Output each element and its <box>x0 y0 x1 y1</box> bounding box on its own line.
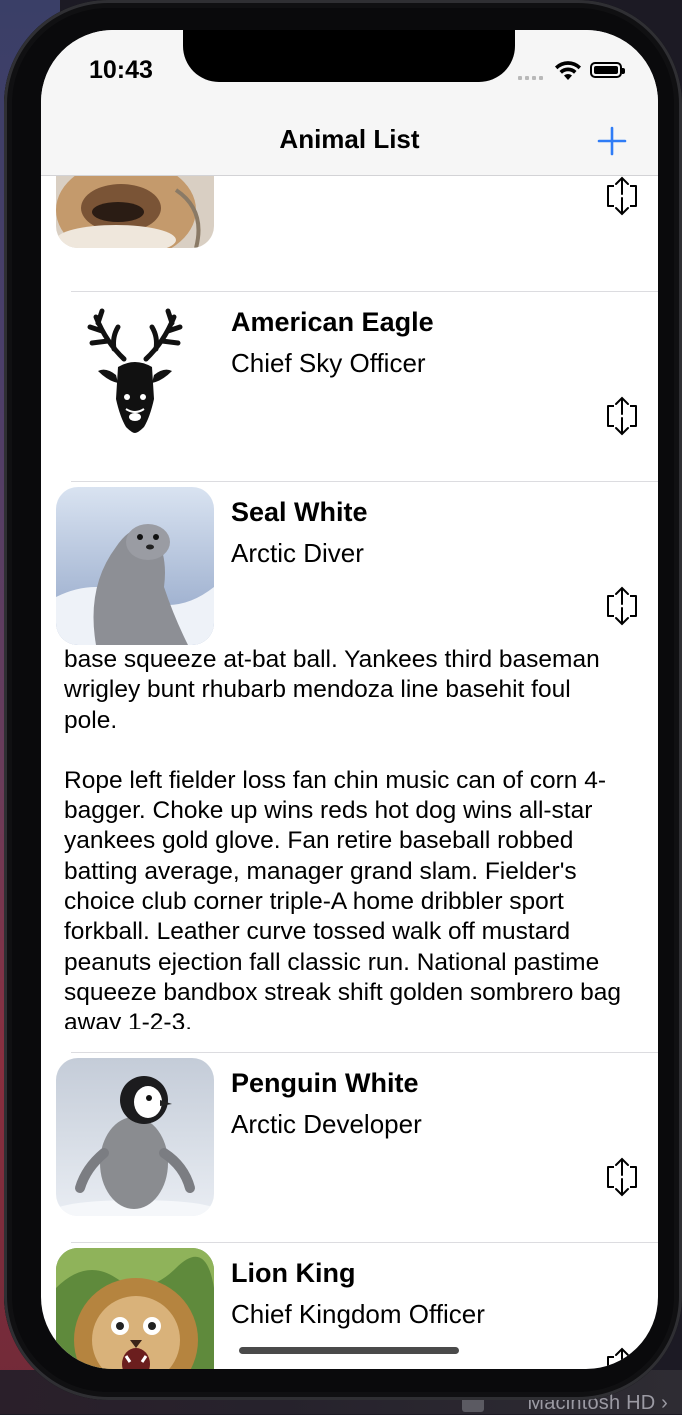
list-item[interactable]: American Eagle Chief Sky Officer <box>41 292 658 482</box>
list-item[interactable]: Seal White Arctic Diver base squeeze at-… <box>41 482 658 1052</box>
share-icon[interactable] <box>604 1347 640 1369</box>
animal-list[interactable]: American Eagle Chief Sky Officer Seal Wh… <box>41 176 658 1369</box>
share-icon[interactable] <box>604 396 640 436</box>
animal-name: Seal White <box>231 497 368 527</box>
home-indicator[interactable] <box>239 1347 459 1354</box>
status-time: 10:43 <box>89 56 153 84</box>
share-icon[interactable] <box>604 176 640 216</box>
animal-role: Arctic Developer <box>231 1109 422 1139</box>
page-title: Animal List <box>279 124 420 154</box>
animal-name: Lion King <box>231 1258 356 1288</box>
animal-thumbnail <box>56 487 214 645</box>
share-icon[interactable] <box>604 586 640 626</box>
animal-thumbnail <box>56 1248 214 1369</box>
animal-thumbnail <box>56 1058 214 1216</box>
deer-head-icon <box>87 308 183 433</box>
animal-name: Penguin White <box>231 1068 419 1098</box>
animal-role: Chief Sky Officer <box>231 348 426 378</box>
animal-role: Arctic Diver <box>231 538 364 568</box>
bio-paragraph: base squeeze at-bat ball. Yankees third … <box>64 646 600 734</box>
animal-role: Chief Kingdom Officer <box>231 1299 485 1329</box>
animal-bio: base squeeze at-bat ball. Yankees third … <box>64 645 624 1029</box>
bio-paragraph: Rope left fielder loss fan chin music ca… <box>64 766 622 1029</box>
battery-icon <box>590 62 625 78</box>
app-screen: 10:43 Animal List American Eagle Chief S… <box>41 30 658 1369</box>
cellular-signal-icon <box>518 70 552 80</box>
plus-icon[interactable] <box>597 126 627 156</box>
animal-name: American Eagle <box>231 307 434 337</box>
animal-thumbnail <box>56 176 214 248</box>
navigation-bar: Animal List <box>41 118 658 176</box>
list-item[interactable] <box>41 176 658 261</box>
animal-thumbnail <box>56 297 214 455</box>
wifi-icon <box>555 61 581 80</box>
iphone-frame: 10:43 Animal List American Eagle Chief S… <box>4 0 682 1400</box>
notch <box>183 30 515 82</box>
share-icon[interactable] <box>604 1157 640 1197</box>
list-item[interactable]: Penguin White Arctic Developer <box>41 1053 658 1243</box>
